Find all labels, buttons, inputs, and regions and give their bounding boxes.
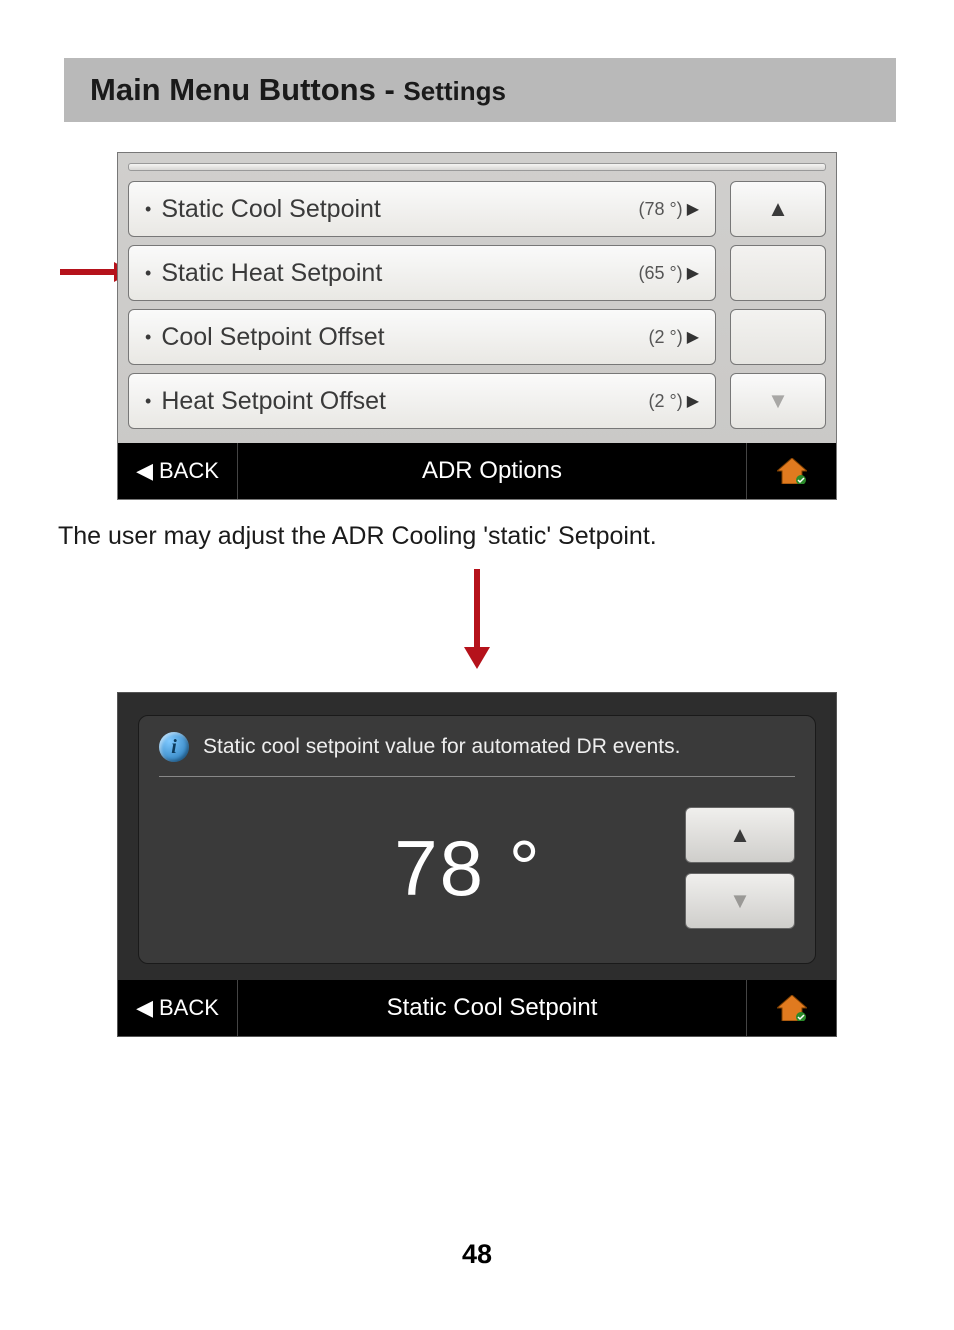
header-separator: - <box>376 72 404 107</box>
info-text: Static cool setpoint value for automated… <box>203 735 680 759</box>
list-item-label: Heat Setpoint Offset <box>161 387 648 416</box>
caption-text: The user may adjust the ADR Cooling 'sta… <box>58 522 954 551</box>
increase-button[interactable]: ▲ <box>685 807 795 863</box>
triangle-up-icon: ▲ <box>767 196 789 222</box>
list-item-value: (2 °) <box>648 327 682 348</box>
screen-title: Static Cool Setpoint <box>238 994 746 1022</box>
list-item-label: Static Cool Setpoint <box>161 195 638 224</box>
triangle-up-icon: ▲ <box>729 822 751 848</box>
value-row: 78 ° ▲ ▼ <box>159 777 795 939</box>
chevron-right-icon: ▶ <box>687 327 699 347</box>
bullet-icon: • <box>145 199 151 220</box>
back-button[interactable]: ◀ BACK <box>118 443 238 499</box>
triangle-down-icon: ▼ <box>729 888 751 914</box>
value-stepper: ▲ ▼ <box>685 807 795 929</box>
bullet-icon: • <box>145 263 151 284</box>
list-item-value: (65 °) <box>638 263 682 284</box>
bullet-icon: • <box>145 327 151 348</box>
list-item-heat-setpoint-offset[interactable]: • Heat Setpoint Offset (2 °) ▶ <box>128 373 716 429</box>
chevron-right-icon: ▶ <box>687 199 699 219</box>
info-icon: i <box>159 732 189 762</box>
home-icon <box>777 458 807 484</box>
bottom-bar: ◀ BACK Static Cool Setpoint <box>118 980 836 1036</box>
decrease-button[interactable]: ▼ <box>685 873 795 929</box>
page-header: Main Menu Buttons - Settings <box>64 58 896 122</box>
setpoint-panel: i Static cool setpoint value for automat… <box>138 715 816 964</box>
screen-title: ADR Options <box>238 457 746 485</box>
scroll-spacer <box>730 245 826 301</box>
chevron-right-icon: ▶ <box>687 391 699 411</box>
home-button[interactable] <box>746 443 836 499</box>
scroll-buttons: ▲ ▼ <box>730 181 826 429</box>
list-item-label: Cool Setpoint Offset <box>161 323 648 352</box>
adr-options-screen: • Static Cool Setpoint (78 °) ▶ • Static… <box>117 152 837 500</box>
back-label: BACK <box>159 995 219 1021</box>
list-item-cool-setpoint-offset[interactable]: • Cool Setpoint Offset (2 °) ▶ <box>128 309 716 365</box>
static-cool-setpoint-screen: i Static cool setpoint value for automat… <box>117 692 837 1037</box>
scroll-indicator <box>128 163 826 171</box>
setpoint-value: 78 ° <box>159 823 657 914</box>
scroll-down-button[interactable]: ▼ <box>730 373 826 429</box>
home-icon <box>777 995 807 1021</box>
list-item-static-cool-setpoint[interactable]: • Static Cool Setpoint (78 °) ▶ <box>128 181 716 237</box>
list-item-value: (2 °) <box>648 391 682 412</box>
scroll-up-button[interactable]: ▲ <box>730 181 826 237</box>
info-row: i Static cool setpoint value for automat… <box>159 732 795 777</box>
settings-list: • Static Cool Setpoint (78 °) ▶ • Static… <box>128 181 716 429</box>
scroll-spacer <box>730 309 826 365</box>
callout-arrow-down-icon <box>464 569 490 669</box>
header-title: Main Menu Buttons <box>90 72 376 107</box>
list-item-value: (78 °) <box>638 199 682 220</box>
back-label: BACK <box>159 458 219 484</box>
home-button[interactable] <box>746 980 836 1036</box>
header-subtitle: Settings <box>403 76 506 106</box>
bullet-icon: • <box>145 391 151 412</box>
list-item-label: Static Heat Setpoint <box>161 259 638 288</box>
bottom-bar: ◀ BACK ADR Options <box>118 443 836 499</box>
page-number: 48 <box>0 1239 954 1270</box>
chevron-right-icon: ▶ <box>687 263 699 283</box>
triangle-left-icon: ◀ <box>136 458 153 484</box>
back-button[interactable]: ◀ BACK <box>118 980 238 1036</box>
triangle-left-icon: ◀ <box>136 995 153 1021</box>
triangle-down-icon: ▼ <box>767 388 789 414</box>
list-item-static-heat-setpoint[interactable]: • Static Heat Setpoint (65 °) ▶ <box>128 245 716 301</box>
